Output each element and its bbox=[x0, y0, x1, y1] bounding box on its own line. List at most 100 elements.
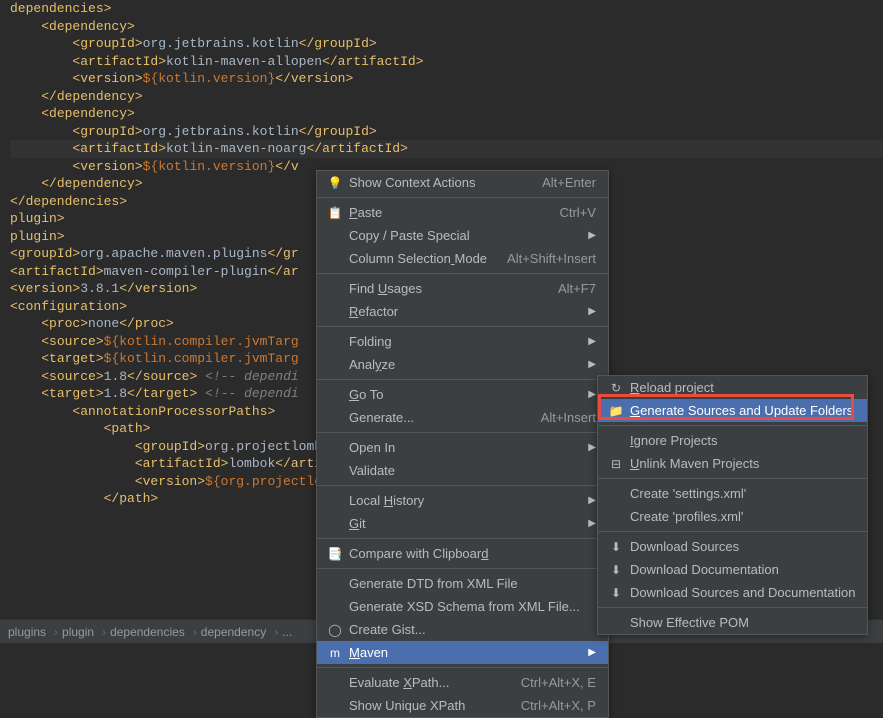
menu-item[interactable]: Create 'settings.xml' bbox=[598, 482, 867, 505]
menu-icon: 📑 bbox=[325, 546, 345, 562]
code-text: ${kotlin.version} bbox=[143, 159, 276, 174]
menu-icon: ⬇ bbox=[606, 585, 626, 601]
menu-item[interactable]: Analyze▶ bbox=[317, 353, 608, 376]
menu-icon: 💡 bbox=[325, 175, 345, 191]
breadcrumb-item[interactable]: dependencies bbox=[110, 625, 185, 639]
menu-icon: m bbox=[325, 645, 345, 661]
menu-icon bbox=[325, 698, 345, 714]
menu-shortcut: Alt+Enter bbox=[542, 175, 596, 190]
breadcrumb-separator-icon: › bbox=[54, 625, 58, 639]
menu-item[interactable]: Git ▶ bbox=[317, 512, 608, 535]
menu-label: Show Unique XPath bbox=[349, 698, 501, 713]
menu-icon bbox=[325, 228, 345, 244]
breadcrumb-item[interactable]: dependency bbox=[201, 625, 266, 639]
breadcrumb-item[interactable]: plugins bbox=[8, 625, 46, 639]
menu-label: Copy / Paste Special bbox=[349, 228, 568, 243]
menu-label: Git bbox=[349, 516, 568, 531]
menu-shortcut: Ctrl+V bbox=[559, 205, 595, 220]
submenu-arrow-icon: ▶ bbox=[588, 306, 596, 317]
menu-icon bbox=[325, 387, 345, 403]
menu-separator bbox=[598, 478, 867, 479]
menu-item[interactable]: ⊟Unlink Maven Projects bbox=[598, 452, 867, 475]
submenu-arrow-icon: ▶ bbox=[588, 442, 596, 453]
menu-item[interactable]: Generate... Alt+Insert bbox=[317, 406, 608, 429]
menu-item[interactable]: Go To▶ bbox=[317, 383, 608, 406]
menu-item[interactable]: Open In ▶ bbox=[317, 436, 608, 459]
menu-item[interactable]: Validate bbox=[317, 459, 608, 482]
menu-label: Generate Sources and Update Folders bbox=[630, 403, 855, 418]
menu-label: Validate bbox=[349, 463, 596, 478]
code-text: org.apache.maven.plugins bbox=[80, 246, 267, 261]
menu-item[interactable]: ↻ Reload project bbox=[598, 376, 867, 399]
menu-separator bbox=[317, 273, 608, 274]
breadcrumb-separator-icon: › bbox=[102, 625, 106, 639]
menu-item[interactable]: Evaluate XPath...Ctrl+Alt+X, E bbox=[317, 671, 608, 694]
menu-label: Paste bbox=[349, 205, 539, 220]
menu-label: Reload project bbox=[630, 380, 855, 395]
menu-item[interactable]: ⬇Download Sources and Documentation bbox=[598, 581, 867, 604]
menu-label: Ignore Projects bbox=[630, 433, 855, 448]
menu-item[interactable]: ⬇Download Sources bbox=[598, 535, 867, 558]
menu-label: Open In bbox=[349, 440, 568, 455]
menu-icon: 📁 bbox=[606, 403, 626, 419]
menu-item[interactable]: ⬇Download Documentation bbox=[598, 558, 867, 581]
menu-item[interactable]: Local History▶ bbox=[317, 489, 608, 512]
menu-label: Generate... bbox=[349, 410, 521, 425]
menu-item[interactable]: 💡 Show Context Actions Alt+Enter bbox=[317, 171, 608, 194]
menu-item[interactable]: Refactor▶ bbox=[317, 300, 608, 323]
menu-icon: ↻ bbox=[606, 380, 626, 396]
menu-shortcut: Alt+Insert bbox=[541, 410, 596, 425]
menu-icon: ◯ bbox=[325, 622, 345, 638]
menu-item[interactable]: Show Effective POM bbox=[598, 611, 867, 634]
menu-label: Create 'settings.xml' bbox=[630, 486, 855, 501]
menu-icon bbox=[325, 463, 345, 479]
menu-icon bbox=[325, 440, 345, 456]
menu-icon bbox=[325, 516, 345, 532]
menu-item[interactable]: Folding▶ bbox=[317, 330, 608, 353]
menu-icon bbox=[325, 493, 345, 509]
menu-icon bbox=[325, 599, 345, 615]
submenu-arrow-icon: ▶ bbox=[588, 518, 596, 529]
code-text: kotlin-maven-noarg bbox=[166, 141, 306, 156]
menu-label: Maven bbox=[349, 645, 568, 660]
menu-item[interactable]: Column Selection ModeAlt+Shift+Insert bbox=[317, 247, 608, 270]
menu-item[interactable]: Copy / Paste Special▶ bbox=[317, 224, 608, 247]
breadcrumb-item[interactable]: plugin bbox=[62, 625, 94, 639]
menu-item[interactable]: mMaven▶ bbox=[317, 641, 608, 664]
menu-item[interactable]: Show Unique XPathCtrl+Alt+X, P bbox=[317, 694, 608, 717]
submenu-arrow-icon: ▶ bbox=[588, 336, 596, 347]
code-text: none bbox=[88, 316, 119, 331]
menu-separator bbox=[598, 607, 867, 608]
menu-item[interactable]: Create 'profiles.xml' bbox=[598, 505, 867, 528]
code-text: ${kotlin.compiler.jvmTarg bbox=[104, 351, 299, 366]
menu-item[interactable]: 📁 Generate Sources and Update Folders bbox=[598, 399, 867, 422]
menu-shortcut: Ctrl+Alt+X, E bbox=[521, 675, 596, 690]
menu-icon bbox=[325, 251, 345, 267]
menu-separator bbox=[317, 432, 608, 433]
menu-label: Unlink Maven Projects bbox=[630, 456, 855, 471]
menu-separator bbox=[317, 538, 608, 539]
menu-label: Compare with Clipboard bbox=[349, 546, 596, 561]
menu-label: Create 'profiles.xml' bbox=[630, 509, 855, 524]
menu-item[interactable]: Generate DTD from XML File bbox=[317, 572, 608, 595]
context-menu: 💡Show Context ActionsAlt+Enter📋PasteCtrl… bbox=[316, 170, 609, 718]
menu-item[interactable]: ◯Create Gist... bbox=[317, 618, 608, 641]
code-text: 3.8.1 bbox=[80, 281, 119, 296]
menu-item[interactable]: 📑 Compare with Clipboard bbox=[317, 542, 608, 565]
menu-icon bbox=[325, 357, 345, 373]
menu-item[interactable]: Generate XSD Schema from XML File... bbox=[317, 595, 608, 618]
menu-icon bbox=[325, 410, 345, 426]
menu-item[interactable]: Ignore Projects bbox=[598, 429, 867, 452]
menu-item[interactable]: Find UsagesAlt+F7 bbox=[317, 277, 608, 300]
menu-label: Analyze bbox=[349, 357, 568, 372]
menu-label: Go To bbox=[349, 387, 568, 402]
menu-label: Show Context Actions bbox=[349, 175, 522, 190]
menu-icon bbox=[325, 281, 345, 297]
code-text: 1.8 bbox=[104, 386, 127, 401]
menu-separator bbox=[598, 425, 867, 426]
menu-shortcut: Alt+Shift+Insert bbox=[507, 251, 596, 266]
breadcrumb-item[interactable]: ... bbox=[282, 625, 292, 639]
menu-icon bbox=[325, 334, 345, 350]
breadcrumb-separator-icon: › bbox=[274, 625, 278, 639]
menu-item[interactable]: 📋PasteCtrl+V bbox=[317, 201, 608, 224]
